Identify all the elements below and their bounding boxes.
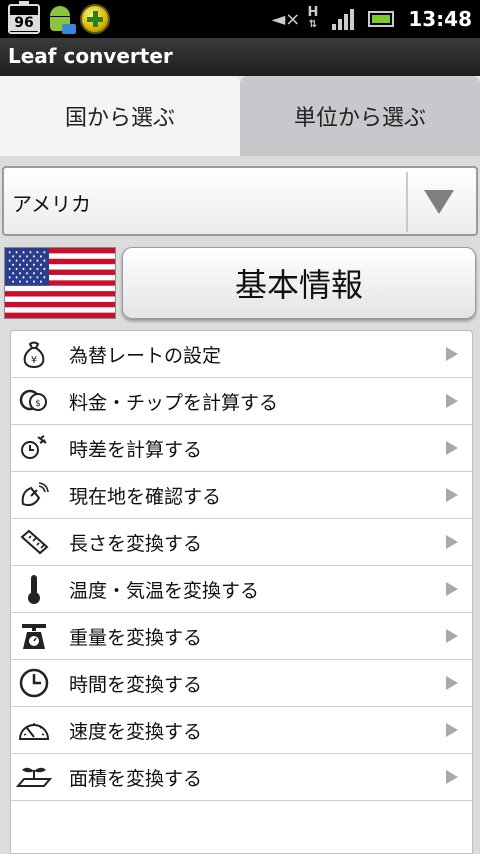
android-icon (46, 4, 76, 34)
app-title: Leaf converter (8, 44, 173, 68)
menu-item-weight[interactable]: 重量を変換する (11, 613, 472, 660)
chevron-right-icon (446, 347, 458, 361)
menu-item-exchange-rate[interactable]: ¥ 為替レートの設定 (11, 331, 472, 378)
battery-icon (368, 11, 395, 27)
menu-item-speed[interactable]: 速度を変換する (11, 707, 472, 754)
menu-item-label: 面積を変換する (69, 767, 203, 790)
battery-notification-icon: 96 (8, 1, 40, 34)
tab-select-by-unit[interactable]: 単位から選ぶ (240, 76, 480, 156)
chevron-right-icon (446, 441, 458, 455)
clock-plane-icon (15, 430, 53, 466)
add-app-icon (80, 4, 110, 34)
chevron-right-icon (446, 582, 458, 596)
menu-item-label: 現在地を確認する (69, 485, 222, 508)
tab-select-by-country[interactable]: 国から選ぶ (0, 76, 240, 156)
feature-menu-list: ¥ 為替レートの設定 $ 料金・チップを計算する 時差を計算する 現在地を確認す… (10, 330, 473, 854)
battery-notification-value: 96 (10, 15, 38, 31)
svg-text:$: $ (35, 399, 41, 409)
status-bar: 96 ◄× H ⇅ 13:48 (0, 0, 480, 38)
status-time: 13:48 (408, 7, 472, 31)
chevron-right-icon (446, 629, 458, 643)
menu-item-label: 長さを変換する (69, 532, 203, 555)
mute-icon: ◄× (271, 8, 301, 30)
chevron-right-icon (446, 488, 458, 502)
basic-info-button[interactable]: 基本情報 (122, 247, 476, 319)
chevron-right-icon (446, 394, 458, 408)
menu-item-price-tip[interactable]: $ 料金・チップを計算する (11, 378, 472, 425)
menu-item-label: 速度を変換する (69, 720, 203, 743)
menu-item-time-difference[interactable]: 時差を計算する (11, 425, 472, 472)
select-divider (406, 172, 408, 232)
chevron-right-icon (446, 723, 458, 737)
ruler-icon (15, 524, 53, 560)
chevron-right-icon (446, 770, 458, 784)
network-type-icon: H ⇅ (307, 5, 319, 30)
thermometer-icon (15, 571, 53, 607)
menu-item-label: 温度・気温を変換する (69, 579, 260, 602)
money-bag-icon: ¥ (15, 336, 53, 372)
clock-icon (15, 665, 53, 701)
app-title-bar: Leaf converter (0, 38, 480, 76)
svg-text:¥: ¥ (31, 355, 37, 366)
coins-icon: $ (15, 383, 53, 419)
tab-bar: 国から選ぶ 単位から選ぶ (0, 76, 480, 156)
chevron-right-icon (446, 676, 458, 690)
speedometer-icon (15, 712, 53, 748)
chevron-right-icon (446, 535, 458, 549)
satellite-dish-icon (15, 477, 53, 513)
menu-item-length[interactable]: 長さを変換する (11, 519, 472, 566)
menu-item-label: 料金・チップを計算する (69, 391, 279, 414)
menu-item-label: 重量を変換する (69, 626, 203, 649)
menu-item-area[interactable]: 面積を変換する (11, 754, 472, 801)
menu-item-time[interactable]: 時間を変換する (11, 660, 472, 707)
menu-item-label: 為替レートの設定 (69, 344, 222, 367)
scale-icon (15, 618, 53, 654)
menu-item-temperature[interactable]: 温度・気温を変換する (11, 566, 472, 613)
country-select-value: アメリカ (12, 192, 91, 216)
dropdown-arrow-icon (424, 190, 454, 214)
country-select[interactable]: アメリカ (2, 166, 478, 236)
signal-icon (332, 8, 355, 30)
menu-item-current-location[interactable]: 現在地を確認する (11, 472, 472, 519)
us-flag-icon (4, 247, 116, 319)
menu-item-label: 時差を計算する (69, 438, 203, 461)
menu-item-label: 時間を変換する (69, 673, 203, 696)
sprout-area-icon (15, 759, 53, 795)
